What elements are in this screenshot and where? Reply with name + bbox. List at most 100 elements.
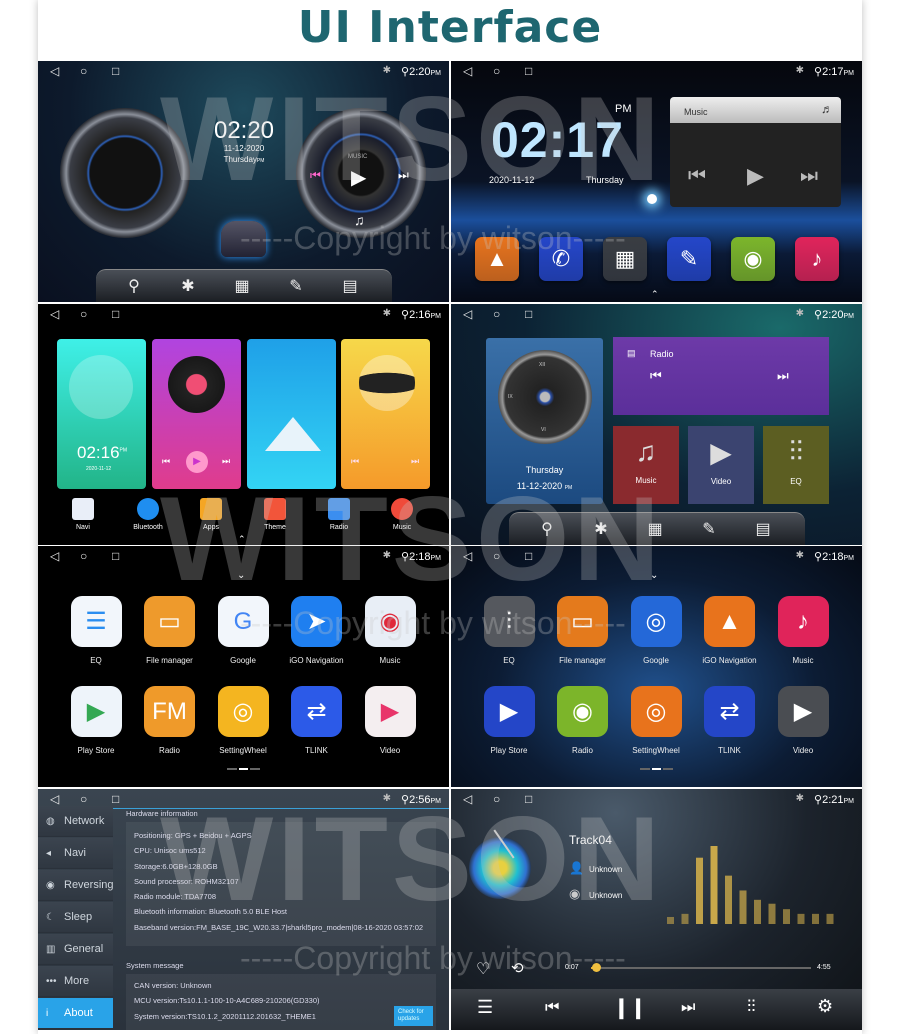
music-card[interactable]: ⏮ ▶ ⏭ (152, 339, 241, 489)
prev-icon[interactable]: ⏮ (650, 368, 662, 384)
apps-icon[interactable]: ▦ (603, 237, 647, 281)
playlist-icon[interactable]: ☰ (477, 997, 493, 1018)
app-eq[interactable]: ☰ EQ (61, 596, 131, 665)
back-button[interactable]: ◁ (463, 549, 472, 563)
navigation-icon[interactable]: ▲ (475, 237, 519, 281)
home-button[interactable]: ○ (80, 549, 87, 563)
dock-app-bluetooth[interactable]: Bluetooth (123, 498, 173, 531)
location-pin-icon[interactable]: ⚲ (122, 276, 146, 296)
app-settingwheel[interactable]: ◎ SettingWheel (208, 686, 278, 755)
tile-eq[interactable]: ⫶⫶ EQ (763, 426, 829, 504)
back-button[interactable]: ◁ (50, 549, 59, 563)
seek-bar[interactable] (591, 963, 811, 972)
app-music[interactable]: ◉ Music (355, 596, 425, 665)
previous-track-icon[interactable]: ⏮ (545, 999, 559, 1017)
home-button[interactable]: ○ (493, 792, 500, 806)
next-icon[interactable]: ⏭ (777, 368, 789, 384)
app-google[interactable]: ◎ Google (621, 596, 691, 665)
dock-app-apps[interactable]: Apps (186, 498, 236, 531)
recent-apps-button[interactable]: □ (525, 549, 532, 563)
next-icon[interactable]: ⏭ (411, 456, 419, 467)
location-pin-icon[interactable]: ⚲ (535, 519, 559, 539)
recent-apps-button[interactable]: □ (112, 549, 119, 563)
app-eq[interactable]: ⫶ EQ (474, 596, 544, 665)
back-button[interactable]: ◁ (50, 64, 59, 78)
music-widget[interactable]: Music ♬ ⏮ ▶ ⏭ (670, 97, 841, 207)
radio-icon[interactable]: ▤ (338, 276, 362, 296)
theme-brush-icon[interactable]: ✎ (697, 519, 721, 539)
apps-grid-icon[interactable]: ▦ (643, 519, 667, 539)
home-button[interactable]: ○ (493, 307, 500, 321)
expand-up-icon[interactable]: ⌃ (651, 289, 659, 300)
prev-icon[interactable]: ⏮ (351, 456, 359, 467)
play-icon[interactable]: ▶ (747, 163, 764, 189)
next-icon[interactable]: ⏭ (398, 168, 409, 183)
recent-apps-button[interactable]: □ (112, 64, 119, 78)
next-icon[interactable]: ⏭ (800, 165, 818, 188)
prev-icon[interactable]: ⏮ (162, 456, 170, 467)
tile-music[interactable]: ♫ Music (613, 426, 679, 504)
recent-apps-button[interactable]: □ (525, 307, 532, 321)
home-button[interactable]: ○ (493, 64, 500, 78)
app-radio[interactable]: FM Radio (135, 686, 205, 755)
bluetooth-icon[interactable]: ✱ (176, 276, 200, 296)
app-video[interactable]: ▶ Video (768, 686, 838, 755)
app-play-store[interactable]: ▶ Play Store (474, 686, 544, 755)
radio-card[interactable]: ⏮ ⏭ (341, 339, 430, 489)
check-updates-button[interactable]: Check for updates (394, 1006, 433, 1026)
recent-apps-button[interactable]: □ (525, 792, 532, 806)
home-button[interactable]: ○ (80, 64, 87, 78)
seek-handle[interactable] (592, 963, 602, 972)
app-file-manager[interactable]: ▭ File manager (135, 596, 205, 665)
play-icon[interactable]: ▶ (351, 165, 366, 190)
menu-item-navi[interactable]: ◂ Navi (38, 838, 113, 869)
favorite-heart-icon[interactable]: ♡ (476, 959, 490, 979)
app-settingwheel[interactable]: ◎ SettingWheel (621, 686, 691, 755)
menu-item-general[interactable]: ▥ General (38, 934, 113, 965)
bluetooth-icon[interactable]: ✱ (589, 519, 613, 539)
equalizer-icon[interactable]: ⫶⫶ (747, 997, 756, 1017)
clock-card[interactable]: 02:16PM 2020-11-12 (57, 339, 146, 489)
recent-apps-button[interactable]: □ (525, 64, 532, 78)
bluetooth-phone-icon[interactable]: ✆ (539, 237, 583, 281)
tile-video[interactable]: ▶ Video (688, 426, 754, 504)
back-button[interactable]: ◁ (463, 64, 472, 78)
app-play-store[interactable]: ▶ Play Store (61, 686, 131, 755)
clock-card[interactable]: XII IX VI Thursday 11-12-2020 PM (486, 338, 603, 504)
recent-apps-button[interactable]: □ (112, 792, 119, 806)
menu-item-more[interactable]: ••• More (38, 966, 113, 997)
back-button[interactable]: ◁ (463, 307, 472, 321)
app-radio[interactable]: ◉ Radio (548, 686, 618, 755)
settings-gear-icon[interactable]: ⚙ (817, 996, 833, 1017)
home-button[interactable]: ○ (80, 307, 87, 321)
recent-apps-button[interactable]: □ (112, 307, 119, 321)
dock-app-radio[interactable]: Radio (314, 498, 364, 531)
app-video[interactable]: ▶ Video (355, 686, 425, 755)
app-igo-navigation[interactable]: ➤ iGO Navigation (282, 596, 352, 665)
app-file-manager[interactable]: ▭ File manager (548, 596, 618, 665)
dock-app-theme[interactable]: Theme (250, 498, 300, 531)
home-button[interactable]: ○ (80, 792, 87, 806)
theme-brush-icon[interactable]: ✎ (284, 276, 308, 296)
dock-app-music[interactable]: Music (377, 498, 427, 531)
app-music[interactable]: ♪ Music (768, 596, 838, 665)
navigation-card[interactable] (247, 339, 336, 489)
app-tlink[interactable]: ⇄ TLINK (695, 686, 765, 755)
expand-up-icon[interactable]: ⌃ (238, 534, 246, 545)
play-icon[interactable]: ▶ (186, 451, 208, 473)
prev-icon[interactable]: ⏮ (310, 168, 321, 183)
home-button[interactable]: ○ (493, 549, 500, 563)
app-igo-navigation[interactable]: ▲ iGO Navigation (695, 596, 765, 665)
music-icon[interactable]: ♪ (795, 237, 839, 281)
radio-icon[interactable]: ◉ (731, 237, 775, 281)
menu-item-sleep[interactable]: ☾ Sleep (38, 902, 113, 933)
app-google[interactable]: G Google (208, 596, 278, 665)
prev-icon[interactable]: ⏮ (688, 165, 706, 188)
radio-icon[interactable]: ▤ (751, 519, 775, 539)
left-dial[interactable] (60, 108, 190, 238)
next-track-icon[interactable]: ⏭ (681, 999, 695, 1017)
repeat-icon[interactable]: ⟲ (511, 959, 524, 977)
back-button[interactable]: ◁ (463, 792, 472, 806)
menu-item-network[interactable]: ◍ Network (38, 806, 113, 837)
back-button[interactable]: ◁ (50, 792, 59, 806)
